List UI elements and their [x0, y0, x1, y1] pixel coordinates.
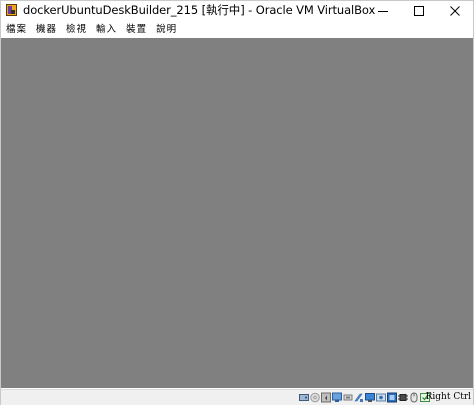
optical-drive-icon[interactable]: [310, 392, 320, 403]
close-icon: [450, 5, 460, 16]
window-title: dockerUbuntuDeskBuilder_215 [執行中] - Orac…: [23, 3, 376, 17]
host-key-label: Right Ctrl: [425, 392, 471, 402]
virtualbox-window: dockerUbuntuDeskBuilder_215 [執行中] - Orac…: [0, 0, 474, 405]
menu-view[interactable]: 檢視: [63, 22, 90, 38]
menu-machine[interactable]: 機器: [33, 22, 60, 38]
close-button[interactable]: [437, 1, 473, 20]
vm-display[interactable]: [1, 38, 473, 388]
usb-icon[interactable]: [343, 392, 353, 403]
status-bar: Right Ctrl: [1, 389, 473, 405]
hard-disk-icon[interactable]: [299, 392, 309, 403]
maximize-button[interactable]: [401, 1, 437, 20]
network-icon[interactable]: [332, 392, 342, 403]
menu-input[interactable]: 輸入: [93, 22, 120, 38]
mouse-integration-icon[interactable]: [409, 392, 419, 403]
display-icon[interactable]: [365, 392, 375, 403]
virtualbox-icon[interactable]: [6, 4, 17, 16]
audio-icon[interactable]: [321, 392, 331, 403]
menu-devices[interactable]: 裝置: [123, 22, 150, 38]
shared-folders-icon[interactable]: [354, 392, 364, 403]
minimize-icon: [378, 10, 388, 12]
minimize-button[interactable]: [365, 1, 401, 20]
window-controls: [365, 1, 473, 20]
maximize-icon: [414, 5, 424, 16]
video-capture-icon[interactable]: [376, 392, 386, 403]
menu-file[interactable]: 檔案: [3, 22, 30, 38]
menu-bar: 檔案 機器 檢視 輸入 裝置 說明: [1, 21, 473, 38]
cpu-icon[interactable]: [398, 392, 408, 403]
status-indicators: [299, 391, 430, 404]
virtualization-engine-icon[interactable]: [387, 392, 397, 403]
title-bar[interactable]: dockerUbuntuDeskBuilder_215 [執行中] - Orac…: [1, 1, 473, 20]
menu-help[interactable]: 說明: [153, 22, 180, 38]
